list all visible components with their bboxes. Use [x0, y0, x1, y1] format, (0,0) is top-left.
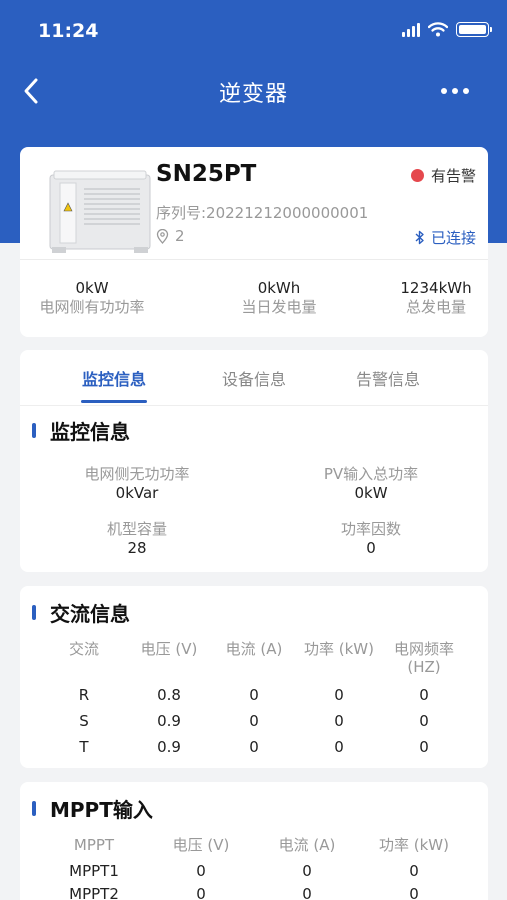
table-cell: 0.9: [157, 738, 181, 756]
stat-grid-active-power: 0kW 电网侧有功功率: [32, 279, 152, 317]
connection-label: 已连接: [430, 229, 476, 247]
table-cell: 0: [419, 712, 429, 730]
tab-device-info[interactable]: 设备信息: [214, 366, 294, 390]
alarm-label: 有告警: [430, 167, 476, 185]
metric-value: 0: [366, 539, 376, 557]
column-header: MPPT: [73, 836, 115, 854]
table-cell: 0: [334, 686, 344, 704]
row-label: R: [78, 686, 90, 704]
metric-power-factor: 功率因数 0: [271, 520, 471, 558]
metric-value: 28: [127, 539, 147, 557]
metric-reactive-power: 电网侧无功功率 0kVar: [37, 465, 237, 503]
row-label: S: [79, 712, 89, 730]
more-dot-icon: [441, 88, 447, 94]
table-cell: 0: [419, 686, 429, 704]
table-cell: 0: [334, 738, 344, 756]
monitor-card: 监控信息 设备信息 告警信息 监控信息 电网侧无功功率 0kVar PV输入总功…: [20, 350, 488, 572]
bluetooth-icon: [415, 230, 424, 245]
stat-value: 0kW: [75, 279, 109, 297]
section-title-mppt: MPPT输入: [32, 794, 153, 823]
row-label: MPPT1: [69, 862, 119, 880]
device-name: SN25PT: [156, 161, 257, 187]
table-cell: 0: [249, 712, 259, 730]
stat-value: 0kWh: [257, 279, 301, 297]
serial-number: 序列号:20221212000000001: [156, 204, 369, 222]
table-cell: 0: [249, 738, 259, 756]
ac-info-card: 交流信息 交流 电压 (V) 电流 (A) 功率 (kW) 电网频率 (HZ) R 0.8 0…: [20, 586, 488, 768]
alarm-status[interactable]: 有告警: [410, 165, 476, 186]
metric-value: 0kW: [354, 484, 388, 502]
signal-icon: [402, 22, 420, 37]
wifi-icon: [428, 22, 448, 37]
table-cell: 0: [196, 862, 206, 880]
table-cell: 0: [419, 738, 429, 756]
column-header: 电压 (V): [140, 640, 198, 658]
column-header: 电流 (A): [225, 640, 283, 658]
divider: [20, 259, 488, 260]
divider: [20, 405, 488, 406]
stat-label: 电网侧有功功率: [39, 298, 145, 316]
stat-label: 总发电量: [405, 298, 466, 316]
table-cell: 0: [302, 885, 312, 900]
status-icons: [402, 22, 492, 37]
table-cell: 0: [249, 686, 259, 704]
status-time: 11:24: [38, 20, 99, 42]
table-cell: 0: [409, 885, 419, 900]
stat-total-energy: 1234kWh 总发电量: [390, 279, 482, 317]
tab-alarm-info[interactable]: 告警信息: [348, 366, 428, 390]
metric-model-capacity: 机型容量 28: [37, 520, 237, 558]
stat-daily-energy: 0kWh 当日发电量: [214, 279, 344, 317]
table-cell: 0: [302, 862, 312, 880]
table-cell: 0.9: [157, 712, 181, 730]
row-label: MPPT2: [69, 885, 119, 900]
column-header: 功率 (kW): [379, 836, 449, 854]
active-tab-indicator: [81, 400, 147, 403]
metric-label: 机型容量: [106, 520, 167, 538]
section-marker: [32, 605, 36, 620]
column-header: 功率 (kW): [304, 640, 374, 658]
stat-value: 1234kWh: [400, 279, 472, 297]
battery-icon: [456, 22, 492, 37]
table-cell: 0: [334, 712, 344, 730]
page-title: 逆变器: [218, 82, 288, 107]
navigation-bar: 逆变器: [0, 64, 507, 120]
column-header: 交流: [68, 640, 99, 658]
status-bar: 11:24: [0, 0, 507, 64]
metric-value: 0kVar: [115, 484, 159, 502]
column-header: 电网频率 (HZ): [393, 640, 454, 676]
section-title-ac: 交流信息: [32, 598, 130, 627]
row-label: T: [79, 738, 89, 756]
metric-pv-input-power: PV输入总功率 0kW: [271, 465, 471, 503]
inverter-image: [49, 170, 151, 253]
more-dot-icon: [463, 88, 469, 94]
metric-label: PV输入总功率: [323, 465, 419, 483]
section-marker: [32, 801, 36, 816]
alarm-dot-icon: [410, 169, 424, 182]
table-cell: 0.8: [157, 686, 181, 704]
stat-label: 当日发电量: [241, 298, 317, 316]
device-summary-card: SN25PT 有告警 序列号:20221212000000001 2 已连接 0…: [20, 147, 488, 337]
metric-label: 电网侧无功功率: [84, 465, 190, 483]
more-options-button[interactable]: [437, 76, 473, 106]
column-header: 电压 (V): [172, 836, 230, 854]
location-pin-icon: [156, 228, 169, 244]
section-title-monitor: 监控信息: [32, 416, 130, 445]
section-title-text: MPPT输入: [50, 798, 153, 822]
connection-status[interactable]: 已连接: [414, 227, 476, 248]
mppt-card: MPPT输入 MPPT 电压 (V) 电流 (A) 功率 (kW) MPPT1 0 0 0 MP…: [20, 782, 488, 900]
device-location: 2: [156, 227, 185, 245]
location-value: 2: [175, 227, 185, 245]
section-title-text: 交流信息: [50, 602, 130, 626]
section-title-text: 监控信息: [50, 420, 130, 444]
section-marker: [32, 423, 36, 438]
table-cell: 0: [196, 885, 206, 900]
table-cell: 0: [409, 862, 419, 880]
more-dot-icon: [452, 88, 458, 94]
metric-label: 功率因数: [340, 520, 401, 538]
tab-monitor[interactable]: 监控信息: [74, 366, 154, 390]
column-header: 电流 (A): [278, 836, 336, 854]
